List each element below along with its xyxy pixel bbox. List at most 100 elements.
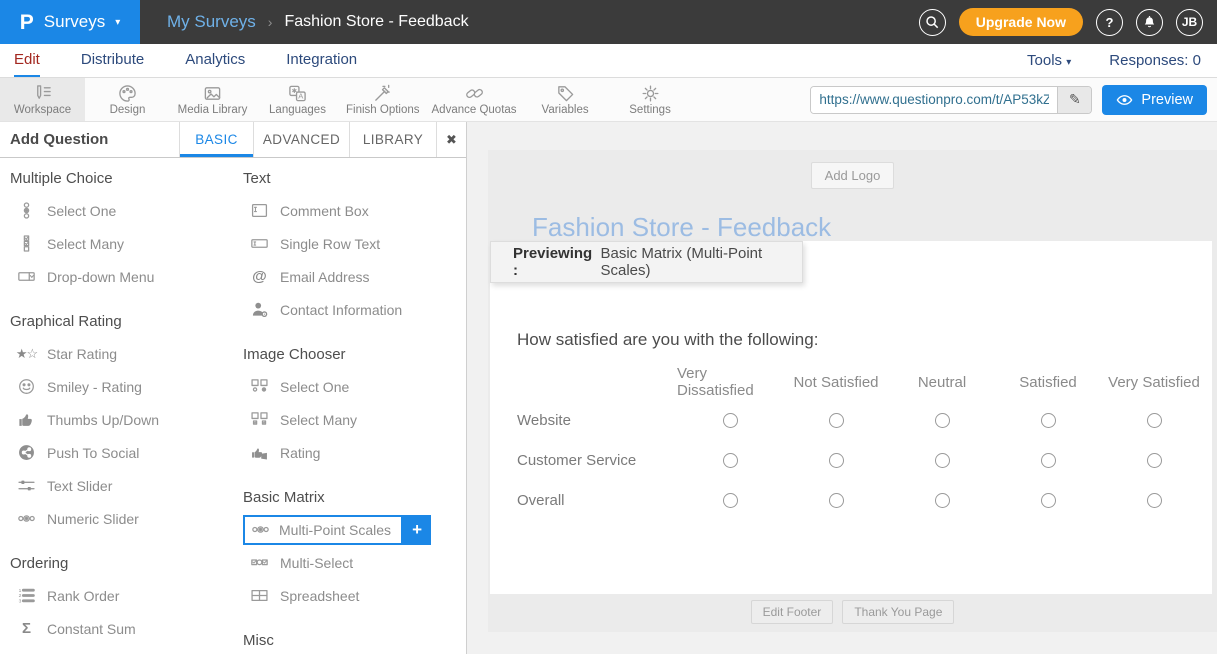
survey-url-input[interactable]	[811, 87, 1057, 113]
radio-button[interactable]	[1147, 453, 1162, 468]
app-logo[interactable]: P Surveys ▾	[0, 0, 140, 44]
nav-tab-analytics[interactable]: Analytics	[185, 44, 245, 77]
question-type-constant-sum[interactable]: ΣConstant Sum	[10, 612, 233, 645]
nav-tab-edit[interactable]: Edit	[14, 44, 40, 77]
question-type-label: Drop-down Menu	[47, 269, 154, 285]
question-type-multi-select[interactable]: Multi-Select	[243, 546, 466, 579]
survey-page-footer: Edit Footer Thank You Page	[488, 593, 1217, 632]
matrix-column-header: Very Dissatisfied	[677, 364, 783, 400]
question-type-select-many[interactable]: Select Many	[243, 403, 466, 436]
nav-tab-distribute[interactable]: Distribute	[81, 44, 144, 77]
matrix-cell	[677, 400, 783, 440]
tab-library[interactable]: LIBRARY	[349, 122, 436, 157]
preview-button[interactable]: Preview	[1102, 85, 1207, 115]
radio-button[interactable]	[1041, 413, 1056, 428]
checkbox-list-icon	[17, 235, 36, 252]
image-rating-icon	[250, 444, 269, 461]
comment-box-icon	[250, 202, 269, 219]
question-type-label: Multi-Select	[280, 555, 353, 571]
question-type-star-rating[interactable]: ★☆Star Rating	[10, 337, 233, 370]
question-type-label: Rating	[280, 445, 320, 461]
question-type-smiley-rating[interactable]: Smiley - Rating	[10, 370, 233, 403]
radio-button[interactable]	[1147, 493, 1162, 508]
question-type-thumbs-up-down[interactable]: Thumbs Up/Down	[10, 403, 233, 436]
toolbar-finish-options[interactable]: Finish Options	[340, 78, 426, 121]
thank-you-page-button[interactable]: Thank You Page	[842, 600, 954, 624]
toolbar-variables[interactable]: Variables	[523, 78, 608, 121]
tab-advanced[interactable]: ADVANCED	[253, 122, 349, 157]
multi-select-icon	[250, 554, 269, 571]
radio-button[interactable]	[829, 453, 844, 468]
toolbar-media-library[interactable]: Media Library	[170, 78, 255, 121]
bell-icon	[1142, 15, 1157, 30]
radio-button[interactable]	[1041, 493, 1056, 508]
rank-order-icon: 123	[17, 587, 36, 604]
toolbar-label: Settings	[629, 104, 671, 116]
question-type-select-one[interactable]: Select One	[243, 370, 466, 403]
previewing-label: Previewing :	[513, 245, 595, 279]
matrix-row-label: Website	[517, 400, 677, 440]
question-type-single-row-text[interactable]: Single Row Text	[243, 227, 466, 260]
question-type-drag-and-drop[interactable]: Drag and Drop	[10, 645, 233, 654]
question-type-label: Rank Order	[47, 588, 119, 604]
at-sign-icon: @	[250, 269, 269, 284]
toolbar-advance-quotas[interactable]: Advance Quotas	[426, 78, 523, 121]
help-button[interactable]: ?	[1096, 9, 1123, 36]
question-type-label: Comment Box	[280, 203, 369, 219]
tag-icon	[556, 83, 575, 103]
section-title: Basic Matrix	[243, 489, 466, 507]
add-question-type-button[interactable]: +	[403, 515, 431, 545]
radio-button[interactable]	[935, 413, 950, 428]
question-type-spreadsheet[interactable]: Spreadsheet	[243, 579, 466, 612]
radio-button[interactable]	[1041, 453, 1056, 468]
toolbar-design[interactable]: Design	[85, 78, 170, 121]
radio-button[interactable]	[935, 493, 950, 508]
question-type-select-one[interactable]: Select One	[10, 194, 233, 227]
add-logo-button[interactable]: Add Logo	[811, 162, 895, 189]
question-type-push-to-social[interactable]: Push To Social	[10, 436, 233, 469]
survey-page: Add Logo Fashion Store - Feedback Previe…	[488, 150, 1217, 632]
question-type-comment-box[interactable]: Comment Box	[243, 194, 466, 227]
radio-button[interactable]	[1147, 413, 1162, 428]
radio-button[interactable]	[829, 493, 844, 508]
toolbar-settings[interactable]: Settings	[608, 78, 693, 121]
question-type-drop-down-menu[interactable]: Drop-down Menu	[10, 260, 233, 293]
avatar[interactable]: JB	[1176, 9, 1203, 36]
tab-basic[interactable]: BASIC	[179, 122, 253, 157]
question-type-multi-point-scales-selected[interactable]: Multi-Point Scales	[243, 515, 403, 545]
question-type-label: Select One	[280, 379, 349, 395]
question-type-label: Select One	[47, 203, 116, 219]
nav-tab-integration[interactable]: Integration	[286, 44, 357, 77]
responses-count[interactable]: Responses: 0	[1109, 52, 1201, 69]
radio-button[interactable]	[723, 413, 738, 428]
question-type-email-address[interactable]: @Email Address	[243, 260, 466, 293]
close-panel-button[interactable]: ✖	[436, 122, 466, 157]
question-type-text-slider[interactable]: Text Slider	[10, 469, 233, 502]
matrix-column-header: Satisfied	[995, 364, 1101, 400]
radio-button[interactable]	[723, 453, 738, 468]
question-type-select-many[interactable]: Select Many	[10, 227, 233, 260]
matrix-cell	[1101, 400, 1207, 440]
question-type-numeric-slider[interactable]: Numeric Slider	[10, 502, 233, 535]
breadcrumb-my-surveys[interactable]: My Surveys	[167, 12, 256, 32]
survey-title[interactable]: Fashion Store - Feedback	[532, 213, 1217, 241]
question-type-rank-order[interactable]: 123 Rank Order	[10, 579, 233, 612]
toolbar-languages[interactable]: ✱ALanguages	[255, 78, 340, 121]
radio-button[interactable]	[935, 453, 950, 468]
section-graphical-rating: Graphical Rating★☆Star RatingSmiley - Ra…	[10, 313, 233, 535]
question-type-contact-information[interactable]: Contact Information	[243, 293, 466, 326]
notifications-button[interactable]	[1136, 9, 1163, 36]
radio-button[interactable]	[829, 413, 844, 428]
eye-icon	[1116, 93, 1133, 107]
search-button[interactable]	[919, 9, 946, 36]
matrix-cell	[889, 480, 995, 520]
toolbar-workspace[interactable]: Workspace	[0, 78, 85, 121]
edit-url-button[interactable]: ✎	[1057, 87, 1091, 113]
edit-footer-button[interactable]: Edit Footer	[751, 600, 834, 624]
radio-button[interactable]	[723, 493, 738, 508]
upgrade-now-button[interactable]: Upgrade Now	[959, 8, 1083, 36]
matrix-cell	[783, 440, 889, 480]
tools-menu[interactable]: Tools ▾	[1027, 52, 1071, 69]
question-type-rating[interactable]: Rating	[243, 436, 466, 469]
matrix-cell	[995, 440, 1101, 480]
